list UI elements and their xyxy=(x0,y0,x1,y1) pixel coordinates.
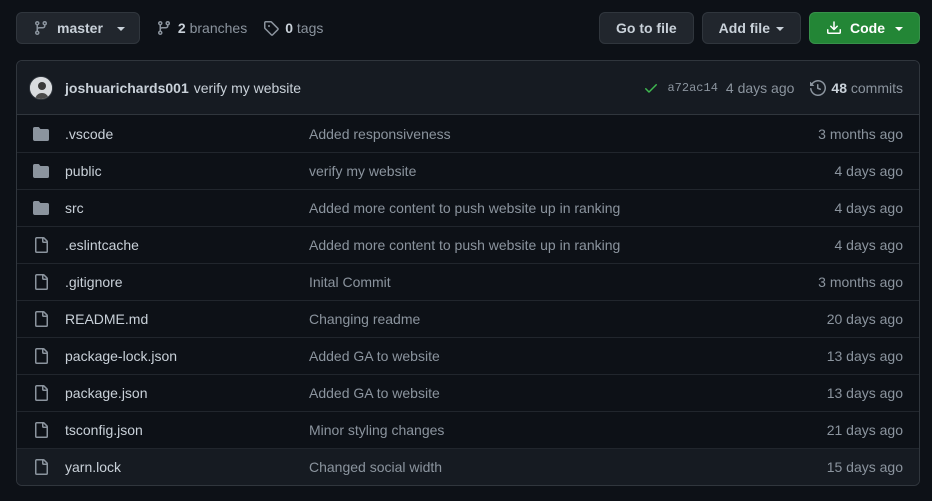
file-age: 13 days ago xyxy=(826,385,903,401)
file-icon xyxy=(33,385,49,401)
commits-label: commits xyxy=(850,79,903,96)
file-icon xyxy=(33,422,49,438)
history-icon xyxy=(810,79,827,96)
file-name[interactable]: .gitignore xyxy=(65,274,309,290)
file-name[interactable]: tsconfig.json xyxy=(65,422,309,438)
file-row-public[interactable]: public verify my website 4 days ago xyxy=(17,152,919,189)
code-label: Code xyxy=(850,20,885,36)
branch-select-button[interactable]: master xyxy=(16,12,140,44)
add-file-button[interactable]: Add file xyxy=(701,12,801,44)
file-commit-message[interactable]: Added more content to push website up in… xyxy=(309,237,835,253)
file-icon xyxy=(33,459,49,475)
folder-icon xyxy=(33,126,49,142)
file-name[interactable]: src xyxy=(65,200,309,216)
file-name[interactable]: public xyxy=(65,163,309,179)
file-age: 15 days ago xyxy=(826,459,903,475)
folder-icon xyxy=(33,163,49,179)
git-branch-icon xyxy=(33,20,49,36)
commit-sha[interactable]: a72ac14 xyxy=(667,81,717,95)
file-row-src[interactable]: src Added more content to push website u… xyxy=(17,189,919,226)
file-row-vscode[interactable]: .vscode Added responsiveness 3 months ag… xyxy=(17,115,919,152)
file-age: 4 days ago xyxy=(834,163,904,179)
file-name[interactable]: package.json xyxy=(65,385,309,401)
file-commit-message[interactable]: verify my website xyxy=(309,163,835,179)
file-age: 13 days ago xyxy=(826,348,903,364)
file-browser: joshuarichards001 verify my website a72a… xyxy=(16,60,920,486)
chevron-down-icon xyxy=(116,26,125,31)
check-icon[interactable] xyxy=(643,80,659,96)
tags-label: tags xyxy=(296,20,324,36)
latest-commit-bar: joshuarichards001 verify my website a72a… xyxy=(17,61,919,115)
tag-icon xyxy=(263,20,279,36)
branch-name: master xyxy=(57,20,103,36)
git-branch-icon xyxy=(156,20,172,36)
file-age: 3 months ago xyxy=(818,125,903,142)
go-to-file-button[interactable]: Go to file xyxy=(598,12,694,44)
file-row-package-json[interactable]: package.json Added GA to website 13 days… xyxy=(17,374,919,411)
file-icon xyxy=(33,348,49,364)
avatar[interactable] xyxy=(29,75,53,100)
file-name[interactable]: package-lock.json xyxy=(65,348,309,364)
file-name[interactable]: .eslintcache xyxy=(65,237,309,253)
file-commit-message[interactable]: Added responsiveness xyxy=(309,126,818,142)
file-icon xyxy=(33,311,49,327)
folder-icon xyxy=(33,200,49,216)
branches-label: branches xyxy=(189,20,248,36)
file-name[interactable]: .vscode xyxy=(65,126,309,142)
file-row-gitignore[interactable]: .gitignore Inital Commit 3 months ago xyxy=(17,263,919,300)
commits-link[interactable]: 48 commits xyxy=(810,80,903,96)
chevron-down-icon xyxy=(895,26,903,31)
file-row-readme-md[interactable]: README.md Changing readme 20 days ago xyxy=(17,300,919,337)
file-commit-message[interactable]: Minor styling changes xyxy=(309,422,827,438)
tags-count: 0 xyxy=(285,20,293,36)
file-list: .vscode Added responsiveness 3 months ag… xyxy=(17,115,919,485)
file-row-yarn-lock[interactable]: yarn.lock Changed social width 15 days a… xyxy=(17,448,919,485)
file-row-package-lock-json[interactable]: package-lock.json Added GA to website 13… xyxy=(17,337,919,374)
file-age: 21 days ago xyxy=(826,422,903,438)
commits-count: 48 xyxy=(831,79,847,96)
commit-message[interactable]: verify my website xyxy=(194,80,301,96)
file-commit-message[interactable]: Inital Commit xyxy=(309,274,818,290)
file-icon xyxy=(33,237,49,253)
file-commit-message[interactable]: Added GA to website xyxy=(309,348,827,364)
code-button[interactable]: Code xyxy=(809,12,920,44)
file-row-eslintcache[interactable]: .eslintcache Added more content to push … xyxy=(17,226,919,263)
file-commit-message[interactable]: Changed social width xyxy=(309,459,827,475)
tags-link[interactable]: 0 tags xyxy=(263,20,323,36)
file-commit-message[interactable]: Added GA to website xyxy=(309,385,827,401)
file-name[interactable]: yarn.lock xyxy=(65,459,309,475)
file-age: 20 days ago xyxy=(826,311,903,327)
file-name[interactable]: README.md xyxy=(65,311,309,327)
branches-link[interactable]: 2 branches xyxy=(156,20,247,36)
commit-age: 4 days ago xyxy=(725,79,795,96)
download-icon xyxy=(826,20,842,36)
file-row-tsconfig-json[interactable]: tsconfig.json Minor styling changes 21 d… xyxy=(17,411,919,448)
file-icon xyxy=(33,274,49,290)
repo-toolbar: master 2 branches 0 tags Go to file Add … xyxy=(16,12,920,44)
commit-author[interactable]: joshuarichards001 xyxy=(65,80,189,96)
chevron-down-icon xyxy=(776,26,784,31)
file-age: 4 days ago xyxy=(834,237,904,253)
branches-count: 2 xyxy=(177,20,186,36)
add-file-label: Add file xyxy=(718,20,770,36)
file-age: 4 days ago xyxy=(834,200,904,216)
file-commit-message[interactable]: Added more content to push website up in… xyxy=(309,200,835,216)
file-commit-message[interactable]: Changing readme xyxy=(309,311,827,327)
file-age: 3 months ago xyxy=(818,274,903,290)
